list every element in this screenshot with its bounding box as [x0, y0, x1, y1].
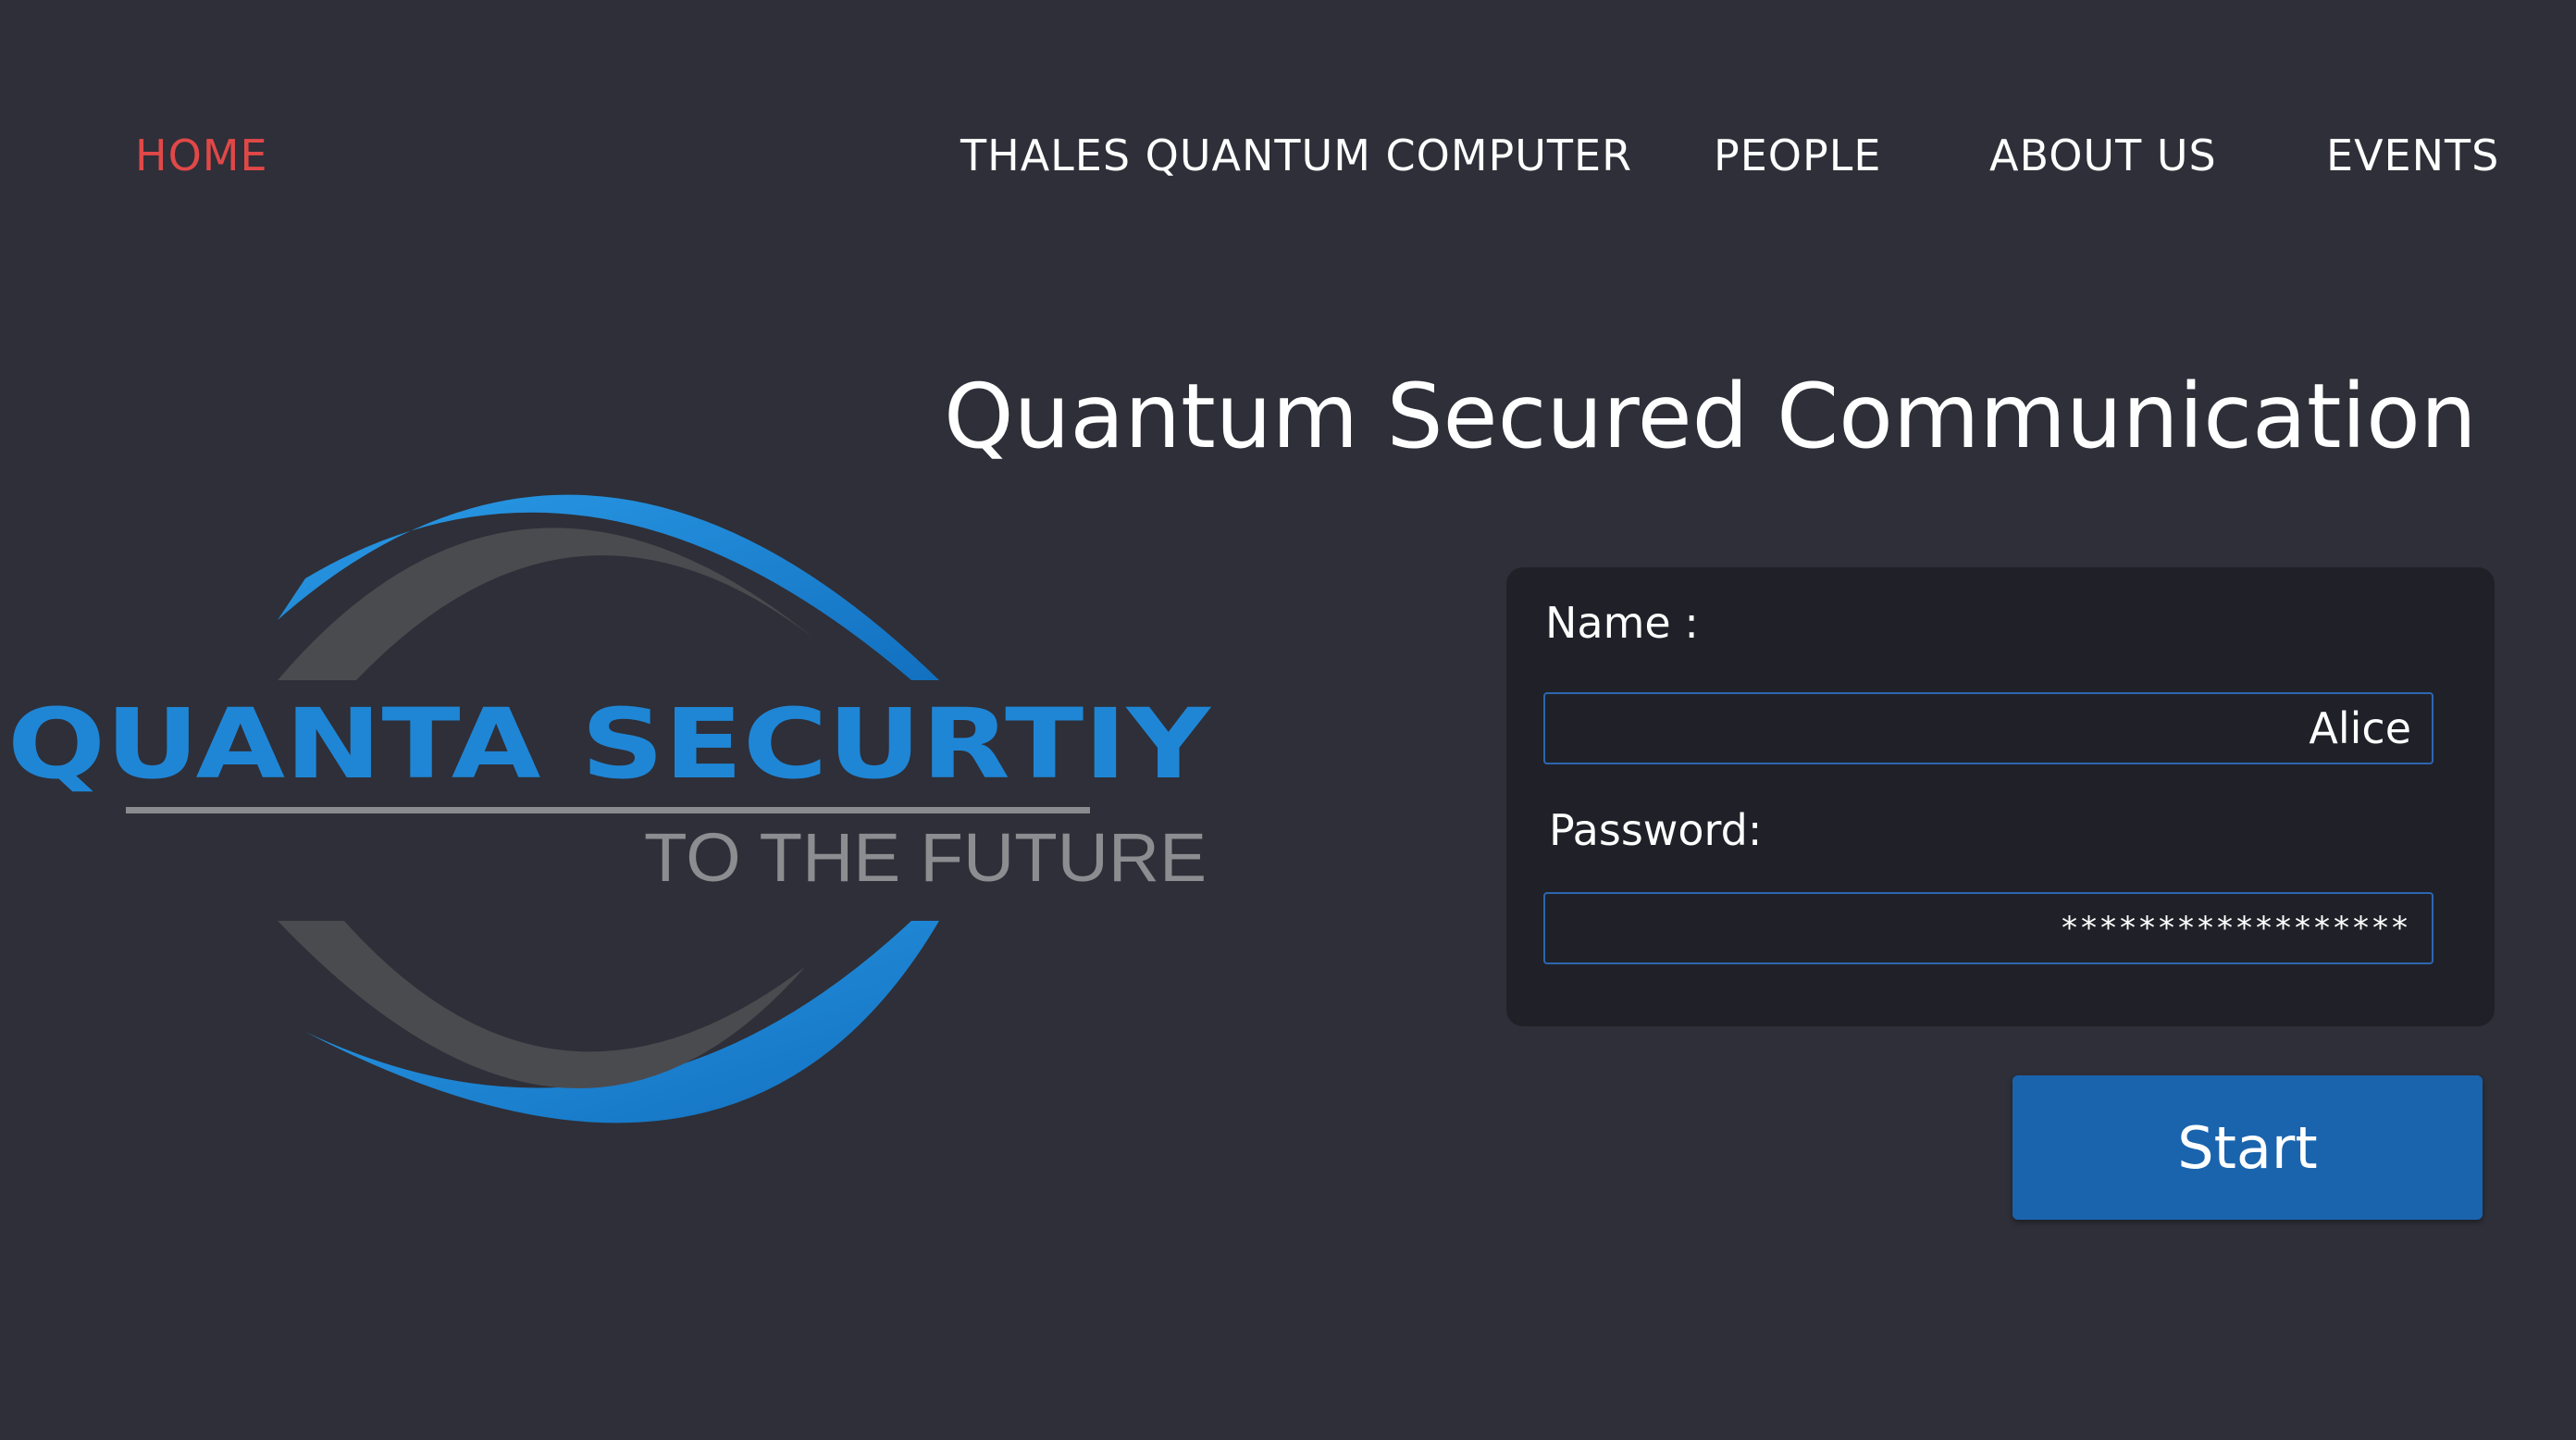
start-button[interactable]: Start: [2012, 1075, 2483, 1220]
logo-divider: [126, 807, 1090, 813]
name-label: Name :: [1545, 598, 1699, 648]
name-input[interactable]: [1543, 692, 2434, 764]
nav-people-link[interactable]: PEOPLE: [1714, 128, 1881, 183]
logo-graphic: QUANTA SECURTIY TO THE FUTURE: [7, 494, 1212, 1123]
password-label: Password:: [1549, 805, 1763, 855]
nav-home-link[interactable]: HOME: [135, 128, 268, 183]
logo-tagline-text: TO THE FUTURE: [644, 819, 1207, 896]
nav-about-us-link[interactable]: ABOUT US: [1989, 128, 2217, 183]
password-input[interactable]: [1543, 892, 2434, 964]
nav-events-link[interactable]: EVENTS: [2326, 128, 2499, 183]
login-form-card: Name : Password:: [1506, 567, 2495, 1026]
top-navigation: HOME THALES QUANTUM COMPUTER PEOPLE ABOU…: [0, 0, 2576, 315]
nav-thales-quantum-computer-link[interactable]: THALES QUANTUM COMPUTER: [960, 128, 1632, 183]
quanta-security-logo: QUANTA SECURTIY TO THE FUTURE: [0, 426, 1231, 1185]
logo-brand-text: QUANTA SECURTIY: [7, 688, 1212, 801]
